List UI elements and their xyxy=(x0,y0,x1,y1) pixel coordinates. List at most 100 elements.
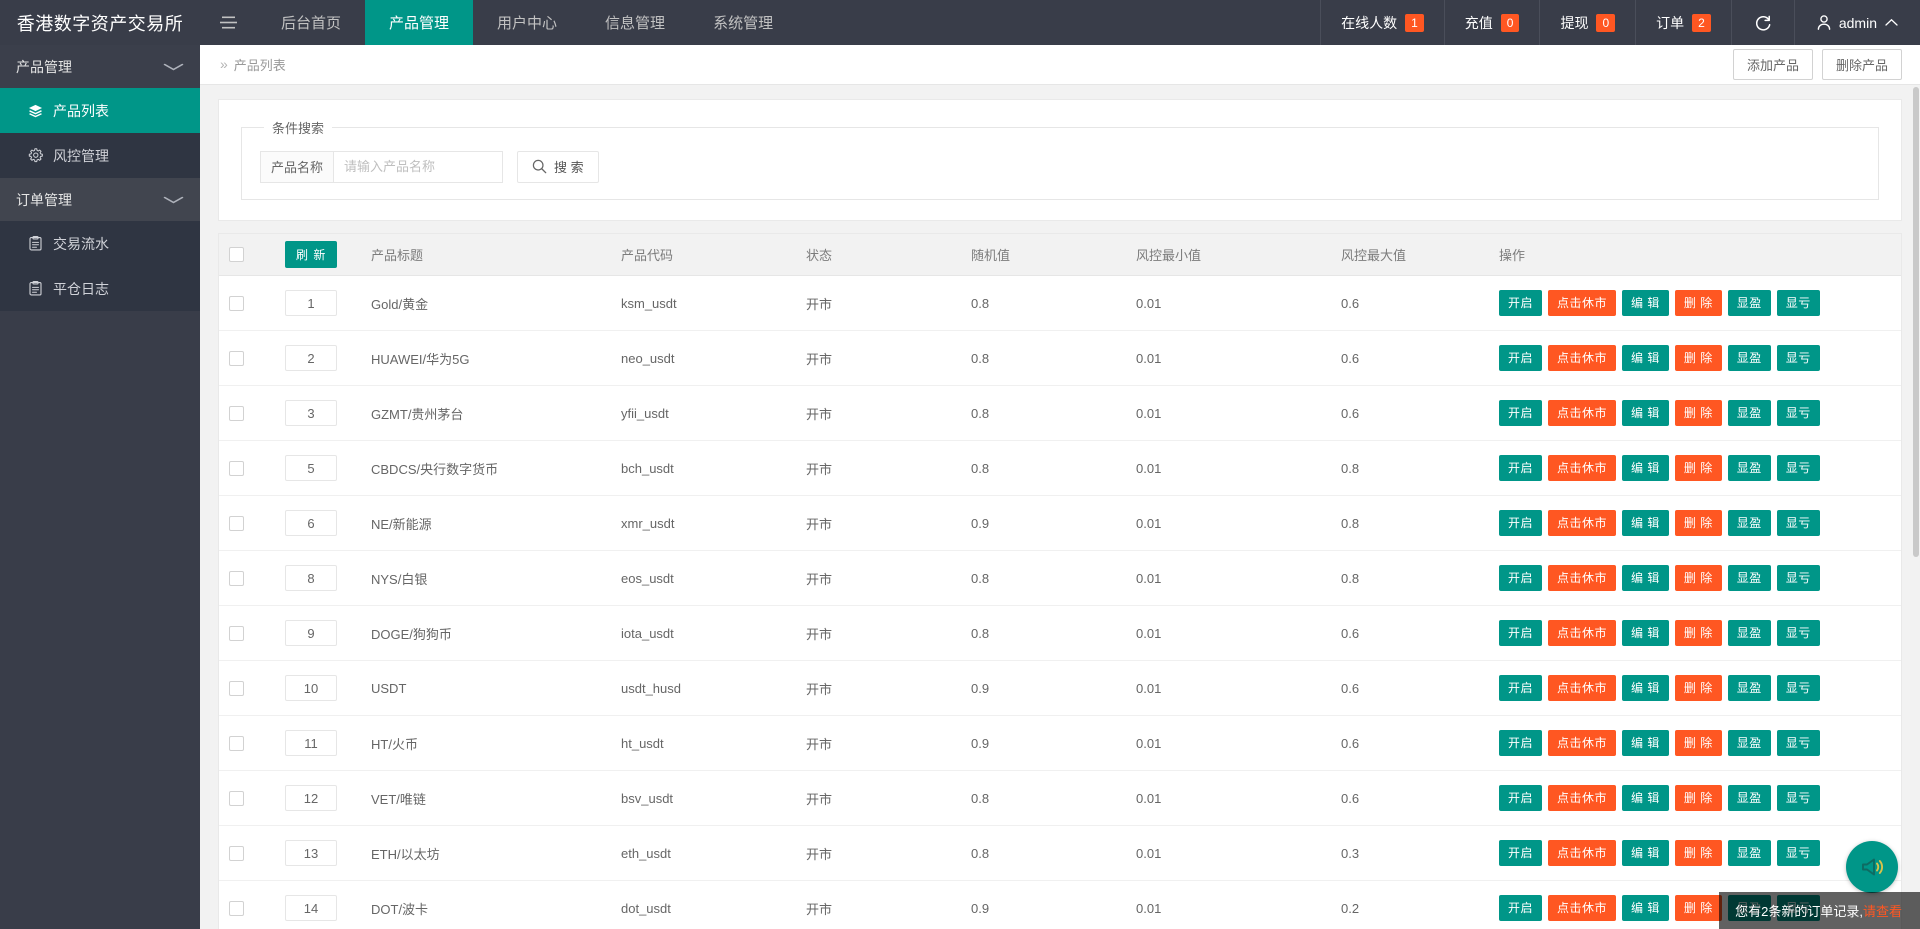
row-action-删除-button[interactable]: 删 除 xyxy=(1674,620,1722,647)
row-checkbox[interactable] xyxy=(229,626,244,642)
row-action-开启-button[interactable]: 开启 xyxy=(1499,895,1543,922)
row-action-编辑-button[interactable]: 编 辑 xyxy=(1622,785,1669,812)
row-action-开启-button[interactable]: 开启 xyxy=(1499,345,1543,372)
sidebar-group-order-management[interactable]: 订单管理 xyxy=(0,178,200,221)
row-action-删除-button[interactable]: 删 除 xyxy=(1674,565,1722,592)
row-action-显盈-button[interactable]: 显盈 xyxy=(1727,785,1771,812)
row-action-显亏-button[interactable]: 显亏 xyxy=(1776,290,1820,317)
row-checkbox[interactable] xyxy=(229,846,244,862)
row-action-编辑-button[interactable]: 编 辑 xyxy=(1622,675,1669,702)
row-action-点击休市-button[interactable]: 点击休市 xyxy=(1548,455,1617,482)
row-action-删除-button[interactable]: 删 除 xyxy=(1674,675,1722,702)
row-action-显盈-button[interactable]: 显盈 xyxy=(1727,455,1771,482)
row-action-点击休市-button[interactable]: 点击休市 xyxy=(1548,400,1617,427)
row-action-点击休市-button[interactable]: 点击休市 xyxy=(1548,290,1617,317)
nav-tab-4[interactable]: 系统管理 xyxy=(689,0,797,45)
select-all-checkbox[interactable] xyxy=(229,247,244,263)
row-action-显盈-button[interactable]: 显盈 xyxy=(1727,730,1771,757)
row-checkbox[interactable] xyxy=(229,901,244,917)
row-action-显亏-button[interactable]: 显亏 xyxy=(1776,785,1820,812)
row-checkbox[interactable] xyxy=(229,571,244,587)
row-action-删除-button[interactable]: 删 除 xyxy=(1674,510,1722,537)
row-action-显亏-button[interactable]: 显亏 xyxy=(1776,840,1820,867)
row-action-开启-button[interactable]: 开启 xyxy=(1499,400,1543,427)
product-name-input[interactable] xyxy=(333,150,504,183)
row-action-显盈-button[interactable]: 显盈 xyxy=(1727,400,1771,427)
row-action-编辑-button[interactable]: 编 辑 xyxy=(1622,345,1669,372)
row-action-编辑-button[interactable]: 编 辑 xyxy=(1622,455,1669,482)
row-action-删除-button[interactable]: 删 除 xyxy=(1674,345,1722,372)
row-checkbox[interactable] xyxy=(229,461,244,477)
row-checkbox[interactable] xyxy=(229,516,244,532)
row-action-显盈-button[interactable]: 显盈 xyxy=(1727,840,1771,867)
row-action-开启-button[interactable]: 开启 xyxy=(1499,730,1543,757)
row-action-点击休市-button[interactable]: 点击休市 xyxy=(1548,785,1617,812)
row-action-开启-button[interactable]: 开启 xyxy=(1499,620,1543,647)
row-action-显亏-button[interactable]: 显亏 xyxy=(1776,675,1820,702)
row-action-编辑-button[interactable]: 编 辑 xyxy=(1622,565,1669,592)
row-action-开启-button[interactable]: 开启 xyxy=(1499,455,1543,482)
row-action-显亏-button[interactable]: 显亏 xyxy=(1776,345,1820,372)
stat-online-users[interactable]: 在线人数 1 xyxy=(1320,0,1444,45)
row-action-编辑-button[interactable]: 编 辑 xyxy=(1622,730,1669,757)
row-action-开启-button[interactable]: 开启 xyxy=(1499,675,1543,702)
row-action-显亏-button[interactable]: 显亏 xyxy=(1776,400,1820,427)
row-action-删除-button[interactable]: 删 除 xyxy=(1674,785,1722,812)
nav-tab-3[interactable]: 信息管理 xyxy=(581,0,689,45)
row-action-点击休市-button[interactable]: 点击休市 xyxy=(1548,620,1617,647)
toast-link[interactable]: 请查看 xyxy=(1863,904,1902,919)
sidebar-item-risk-management[interactable]: 风控管理 xyxy=(0,133,200,178)
add-product-button[interactable]: 添加产品 xyxy=(1732,48,1813,80)
refresh-button[interactable] xyxy=(1730,0,1794,45)
row-action-开启-button[interactable]: 开启 xyxy=(1499,565,1543,592)
row-action-编辑-button[interactable]: 编 辑 xyxy=(1622,840,1669,867)
row-action-显亏-button[interactable]: 显亏 xyxy=(1776,455,1820,482)
stat-orders[interactable]: 订单 2 xyxy=(1635,0,1731,45)
row-action-点击休市-button[interactable]: 点击休市 xyxy=(1548,345,1617,372)
table-refresh-button[interactable]: 刷 新 xyxy=(285,240,338,268)
row-action-显盈-button[interactable]: 显盈 xyxy=(1727,290,1771,317)
row-action-点击休市-button[interactable]: 点击休市 xyxy=(1548,565,1617,592)
row-action-显亏-button[interactable]: 显亏 xyxy=(1776,510,1820,537)
announcement-fab-button[interactable] xyxy=(1846,841,1898,893)
notification-toast[interactable]: 您有2条新的订单记录,请查看 xyxy=(1719,892,1920,929)
row-action-点击休市-button[interactable]: 点击休市 xyxy=(1548,840,1617,867)
user-menu[interactable]: admin xyxy=(1793,0,1920,45)
row-action-显亏-button[interactable]: 显亏 xyxy=(1776,620,1820,647)
sidebar-item-position-close-log[interactable]: 平仓日志 xyxy=(0,266,200,311)
nav-tab-1[interactable]: 产品管理 xyxy=(365,0,474,45)
row-action-显盈-button[interactable]: 显盈 xyxy=(1727,620,1771,647)
row-action-显盈-button[interactable]: 显盈 xyxy=(1727,675,1771,702)
row-action-显亏-button[interactable]: 显亏 xyxy=(1776,565,1820,592)
row-action-点击休市-button[interactable]: 点击休市 xyxy=(1548,675,1617,702)
row-action-删除-button[interactable]: 删 除 xyxy=(1674,895,1722,922)
row-action-开启-button[interactable]: 开启 xyxy=(1499,290,1543,317)
row-checkbox[interactable] xyxy=(229,296,244,312)
row-action-点击休市-button[interactable]: 点击休市 xyxy=(1548,510,1617,537)
delete-product-button[interactable]: 删除产品 xyxy=(1821,48,1902,80)
row-action-删除-button[interactable]: 删 除 xyxy=(1674,730,1722,757)
row-action-编辑-button[interactable]: 编 辑 xyxy=(1622,620,1669,647)
nav-tab-2[interactable]: 用户中心 xyxy=(473,0,581,45)
sidebar-item-product-list[interactable]: 产品列表 xyxy=(0,88,200,133)
row-action-显亏-button[interactable]: 显亏 xyxy=(1776,730,1820,757)
row-action-点击休市-button[interactable]: 点击休市 xyxy=(1548,730,1617,757)
menu-toggle-button[interactable] xyxy=(200,0,257,45)
row-action-开启-button[interactable]: 开启 xyxy=(1499,840,1543,867)
row-action-编辑-button[interactable]: 编 辑 xyxy=(1622,290,1669,317)
row-action-显盈-button[interactable]: 显盈 xyxy=(1727,345,1771,372)
row-action-开启-button[interactable]: 开启 xyxy=(1499,510,1543,537)
row-checkbox[interactable] xyxy=(229,406,244,422)
content-scrollbar[interactable] xyxy=(1912,85,1920,929)
row-action-编辑-button[interactable]: 编 辑 xyxy=(1622,895,1669,922)
row-action-显盈-button[interactable]: 显盈 xyxy=(1727,565,1771,592)
row-action-删除-button[interactable]: 删 除 xyxy=(1674,400,1722,427)
sidebar-item-transaction-flow[interactable]: 交易流水 xyxy=(0,221,200,266)
row-action-编辑-button[interactable]: 编 辑 xyxy=(1622,400,1669,427)
row-checkbox[interactable] xyxy=(229,791,244,807)
row-action-显盈-button[interactable]: 显盈 xyxy=(1727,510,1771,537)
nav-tab-0[interactable]: 后台首页 xyxy=(257,0,365,45)
row-checkbox[interactable] xyxy=(229,681,244,697)
stat-withdraw[interactable]: 提现 0 xyxy=(1539,0,1635,45)
row-action-删除-button[interactable]: 删 除 xyxy=(1674,455,1722,482)
